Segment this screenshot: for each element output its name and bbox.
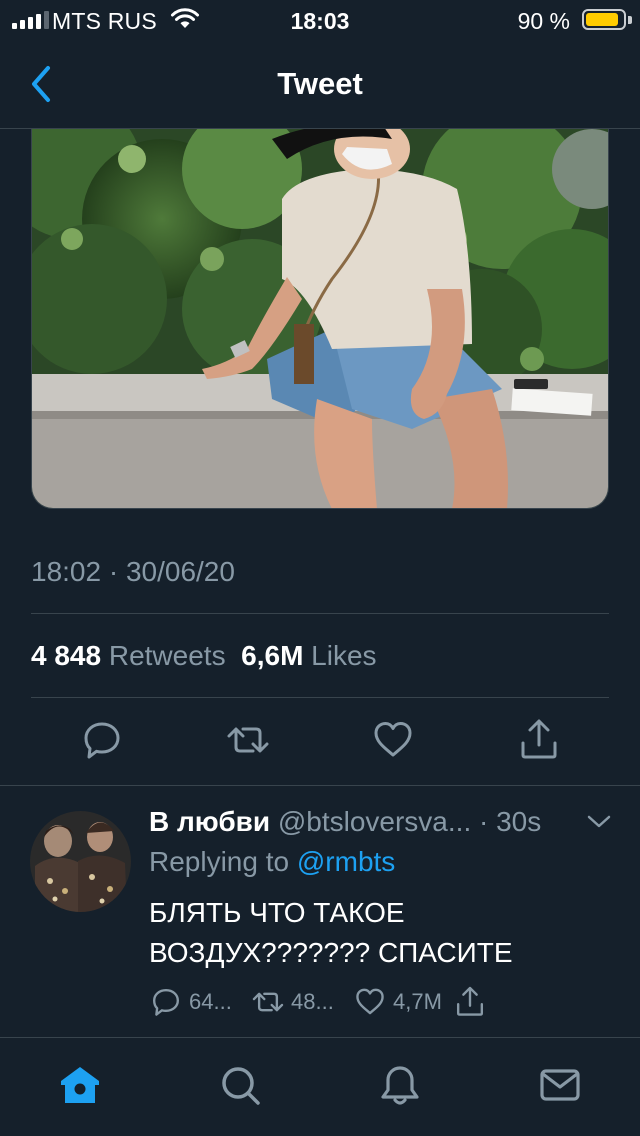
chevron-down-icon xyxy=(587,815,611,828)
reply-text-line: ВОЗДУХ??????? СПАСИТЕ xyxy=(149,937,513,968)
share-icon xyxy=(521,719,557,759)
reply-menu-button[interactable] xyxy=(586,814,612,835)
likes-label: Likes xyxy=(311,640,377,671)
likes-stat[interactable]: 6,6M Likes xyxy=(241,640,376,671)
status-bar: MTS RUS 18:03 90 % xyxy=(0,0,640,40)
search-icon xyxy=(222,1067,260,1105)
notifications-icon xyxy=(381,1066,419,1105)
replying-handle-link[interactable]: @rmbts xyxy=(297,846,395,877)
reply-header: В любви @btsloversva... · 30s xyxy=(149,806,541,838)
retweets-count: 4 848 xyxy=(31,640,102,671)
retweet-icon xyxy=(252,992,284,1012)
reply-button[interactable] xyxy=(80,717,124,763)
share-icon xyxy=(456,986,484,1016)
tweet-stats: 4 848 Retweets 6,6M Likes xyxy=(31,640,377,672)
reply-avatar[interactable] xyxy=(30,811,131,912)
tab-messages[interactable] xyxy=(538,1063,582,1107)
reply-icon xyxy=(152,988,180,1016)
like-icon xyxy=(374,722,412,757)
reply-retweet-count: 48... xyxy=(291,989,334,1014)
divider xyxy=(31,613,609,614)
tab-bar xyxy=(0,1037,640,1136)
retweet-icon xyxy=(227,727,269,753)
battery-fill xyxy=(586,13,619,26)
battery-percent: 90 % xyxy=(517,8,570,34)
like-icon xyxy=(356,988,384,1015)
reply-icon xyxy=(84,722,120,759)
tweet-action-row xyxy=(0,717,640,767)
divider xyxy=(0,785,640,786)
likes-count: 6,6M xyxy=(241,640,304,671)
reply-reply-count: 64... xyxy=(189,989,232,1014)
reply-share-button[interactable] xyxy=(453,985,487,1019)
like-button[interactable] xyxy=(371,717,415,763)
tweet-detail-screen: MTS RUS 18:03 90 % Tweet 18:02 · 30/06/2… xyxy=(0,0,640,1136)
reply-retweet-button[interactable]: 48... xyxy=(251,985,334,1019)
page-title: Tweet xyxy=(277,66,363,101)
nav-bar: Tweet xyxy=(0,40,640,129)
share-button[interactable] xyxy=(517,717,561,763)
reply-text-line: БЛЯТЬ ЧТО ТАКОЕ xyxy=(149,897,405,928)
avatar-image xyxy=(30,811,131,912)
messages-icon xyxy=(540,1069,580,1101)
reply-author-name[interactable]: В любви xyxy=(149,806,270,837)
reply-time: · 30s xyxy=(479,806,542,837)
retweets-label: Retweets xyxy=(108,640,226,671)
tweet-photo[interactable] xyxy=(31,129,609,509)
divider xyxy=(31,697,609,698)
replying-to: Replying to @rmbts xyxy=(149,846,395,878)
tab-notifications[interactable] xyxy=(378,1063,422,1107)
reply-author-handle[interactable]: @btsloversva... xyxy=(278,806,471,837)
battery-tip xyxy=(628,16,632,24)
reply-reply-button[interactable]: 64... xyxy=(149,985,232,1019)
reply-like-count: 4,7M xyxy=(393,989,442,1014)
reply-text: БЛЯТЬ ЧТО ТАКОЕ ВОЗДУХ??????? СПАСИТЕ xyxy=(149,893,609,973)
reply-action-row: 64... 48... 4,7M xyxy=(149,985,619,1021)
tweet-timestamp: 18:02 · 30/06/20 xyxy=(31,556,235,587)
photo-illustration xyxy=(32,129,608,508)
reply-like-button[interactable]: 4,7M xyxy=(353,985,442,1019)
retweets-stat[interactable]: 4 848 Retweets xyxy=(31,640,226,671)
tab-home[interactable] xyxy=(58,1063,102,1107)
replying-prefix: Replying to xyxy=(149,846,290,877)
battery-icon xyxy=(582,9,626,30)
retweet-button[interactable] xyxy=(226,717,270,763)
tab-search[interactable] xyxy=(218,1063,262,1107)
home-icon xyxy=(61,1067,99,1103)
